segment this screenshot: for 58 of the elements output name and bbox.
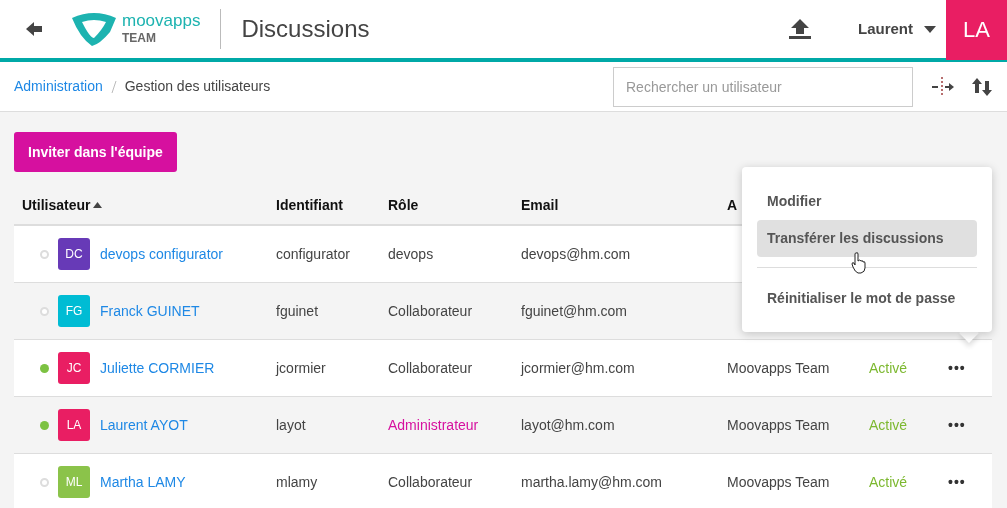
sort-icon[interactable] <box>971 76 993 97</box>
user-avatar: JC <box>58 352 90 384</box>
table-cell: jcormier <box>276 359 326 376</box>
menu-item[interactable]: Transférer les discussions <box>757 220 977 257</box>
status-text: Activé <box>869 473 908 490</box>
menu-item[interactable]: Réinitialiser le mot de passe <box>757 280 977 317</box>
user-avatar: ML <box>58 466 90 498</box>
breadcrumb-current: Gestion des utilisateurs <box>124 77 271 96</box>
table-cell: Moovapps Team <box>727 359 830 376</box>
sort-ascending-icon[interactable] <box>93 202 103 208</box>
table-cell: jcormier@hm.com <box>521 359 635 376</box>
table-cell: fguinet <box>276 302 319 319</box>
search-field[interactable]: Rechercher un utilisateur <box>613 66 913 107</box>
table-cell: layot <box>276 416 306 433</box>
user-name-link[interactable]: devops configurator <box>100 243 223 265</box>
table-cell: fguinet@hm.com <box>521 302 628 319</box>
column-header[interactable]: Email <box>521 194 559 216</box>
menu-item[interactable]: Modifier <box>757 183 977 220</box>
upload-icon[interactable] <box>788 18 812 40</box>
column-header[interactable]: Rôle <box>388 194 419 216</box>
cursor-icon <box>851 252 867 274</box>
status-text: Activé <box>869 359 908 376</box>
breadcrumb-separator <box>110 79 117 94</box>
table-cell: Administrateur <box>388 416 479 433</box>
more-button[interactable]: ••• <box>944 471 970 493</box>
table-cell: configurator <box>276 245 350 262</box>
logo-icon <box>70 10 118 48</box>
page-title: Discussions <box>220 9 370 49</box>
more-button[interactable]: ••• <box>944 414 970 436</box>
column-header[interactable]: Identifiant <box>276 194 343 216</box>
table-cell: martha.lamy@hm.com <box>521 473 663 490</box>
breadcrumb-link[interactable]: Administration <box>14 76 103 97</box>
table-cell: devops@hm.com <box>521 245 631 262</box>
user-avatar: FG <box>58 295 90 327</box>
user-name-link[interactable]: Martha LAMY <box>100 471 186 493</box>
user-avatar: DC <box>58 238 90 270</box>
logo-subtitle: TEAM <box>122 29 157 47</box>
table-cell: Moovapps Team <box>727 473 830 490</box>
user-avatar: LA <box>58 409 90 441</box>
user-avatar[interactable]: LA <box>946 0 1007 60</box>
table-cell: Collaborateur <box>388 302 473 319</box>
table-cell: devops <box>388 245 434 262</box>
user-name-link[interactable]: Juliette CORMIER <box>100 357 215 379</box>
invite-button[interactable]: Inviter dans l'équipe <box>14 132 177 172</box>
table-cell: Moovapps Team <box>727 416 830 433</box>
user-menu[interactable]: Laurent <box>857 16 914 42</box>
table-cell: Collaborateur <box>388 359 473 376</box>
table-cell: layot@hm.com <box>521 416 615 433</box>
table-cell: mlamy <box>276 473 318 490</box>
column-header[interactable]: A <box>727 194 738 216</box>
table-cell: Collaborateur <box>388 473 473 490</box>
caret-icon[interactable] <box>924 25 936 33</box>
back-icon[interactable] <box>26 21 42 37</box>
column-header[interactable]: Utilisateur <box>22 194 91 216</box>
status-text: Activé <box>869 416 908 433</box>
more-button[interactable]: ••• <box>944 357 970 379</box>
logo-text: moovapps <box>122 11 201 29</box>
split-icon[interactable] <box>931 76 955 97</box>
